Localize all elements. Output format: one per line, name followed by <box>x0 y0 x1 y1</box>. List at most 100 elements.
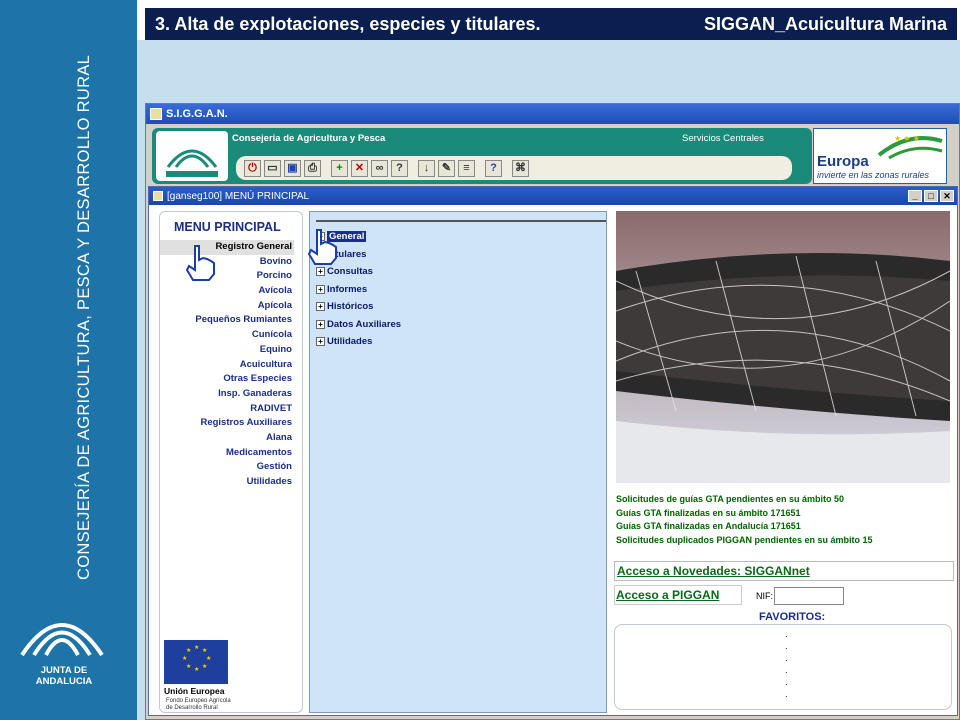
tree-item-historicos[interactable]: + Históricos <box>316 298 401 316</box>
tree-panel: + General + Titulares + Consultas + Info… <box>309 211 607 713</box>
consejeria-label: Consejeria de Agricultura y Pesca <box>232 133 386 144</box>
favoritos-box: . . . . . . <box>614 624 952 710</box>
europa-title: Europa <box>817 153 869 170</box>
menu-window-title: [ganseg100] MENÚ PRINCIPAL <box>167 190 310 202</box>
svg-text:★: ★ <box>194 644 199 651</box>
tree-icon[interactable]: ⌘ <box>512 159 529 177</box>
svg-text:★: ★ <box>206 655 211 662</box>
brand-sidebar: CONSEJERÍA DE AGRICULTURA, PESCA Y DESAR… <box>0 0 137 720</box>
menu-item-pequenos-rumiantes[interactable]: Pequeños Rumiantes <box>160 313 294 328</box>
tree-item-utilidades[interactable]: + Utilidades <box>316 333 401 351</box>
maximize-button[interactable]: □ <box>924 190 938 202</box>
siggan-app-window: S.I.G.G.A.N. Consejeria de Agricultura y… <box>145 103 960 720</box>
menu-item-radivet[interactable]: RADIVET <box>160 402 294 417</box>
ue-label: Unión Europea <box>164 686 225 696</box>
novedades-bar: Acceso a Novedades: SIGGANnet <box>614 561 954 581</box>
novedades-link[interactable]: Acceso a Novedades: SIGGANnet <box>617 564 810 578</box>
expand-icon[interactable]: + <box>316 319 325 329</box>
mussel-rope-photo <box>616 211 950 483</box>
menu-item-porcino[interactable]: Porcino <box>160 269 294 284</box>
menu-window-titlebar: [ganseg100] MENÚ PRINCIPAL _ □ ✕ <box>149 187 957 205</box>
stats-list: Solicitudes de guías GTA pendientes en s… <box>616 493 873 547</box>
menu-principal-list: Registro General Bovino Porcino Avícola … <box>160 240 294 490</box>
header-band: Consejeria de Agricultura y Pesca Servic… <box>152 128 812 184</box>
menu-item-registro-general[interactable]: Registro General <box>160 240 294 255</box>
favorito-item[interactable]: . <box>785 653 788 665</box>
slide-subtitle: SIGGAN_Acuicultura Marina <box>703 13 947 34</box>
menu-item-utilidades[interactable]: Utilidades <box>160 475 294 490</box>
menu-item-apicola[interactable]: Apícola <box>160 299 294 314</box>
nif-label: NIF: <box>756 591 773 601</box>
pointer-hand-icon <box>307 229 337 265</box>
expand-icon[interactable]: + <box>316 302 325 312</box>
servicios-label: Servicios Centrales <box>682 133 764 144</box>
eu-stars-icon: ★ ★ ★ <box>877 134 943 159</box>
open-folder-icon[interactable]: ▭ <box>264 159 281 177</box>
svg-text:★: ★ <box>186 647 191 654</box>
app-window-icon <box>150 108 162 120</box>
ue-subtitle: Fondo Europeo Agrícola de Desarrollo Rur… <box>166 698 231 711</box>
app-titlebar: S.I.G.G.A.N. <box>146 104 959 124</box>
menu-principal-panel: MENU PRINCIPAL Registro General Bovino P… <box>159 211 303 713</box>
menu-item-registros-auxiliares[interactable]: Registros Auxiliares <box>160 416 294 431</box>
piggan-link[interactable]: Acceso a PIGGAN <box>616 588 719 602</box>
svg-text:★: ★ <box>194 666 199 673</box>
slide-title-bar: 3. Alta de explotaciones, especies y tit… <box>145 8 957 40</box>
menu-item-bovino[interactable]: Bovino <box>160 255 294 270</box>
help-icon[interactable]: ? <box>485 159 502 177</box>
pointer-hand-icon <box>185 245 215 281</box>
menu-item-medicamentos[interactable]: Medicamentos <box>160 446 294 461</box>
menu-item-otras-especies[interactable]: Otras Especies <box>160 372 294 387</box>
favoritos-label: FAVORITOS: <box>759 611 826 623</box>
stat-line: Guías GTA finalizadas en su ámbito 17165… <box>616 507 801 518</box>
add-icon[interactable]: + <box>331 159 348 177</box>
menu-item-acuicultura[interactable]: Acuicultura <box>160 358 294 373</box>
print-icon[interactable]: ⎙ <box>304 159 321 177</box>
junta-logo <box>156 131 228 181</box>
svg-text:★: ★ <box>186 663 191 670</box>
menu-principal-heading: MENU PRINCIPAL <box>174 220 281 234</box>
stat-line: Solicitudes de guías GTA pendientes en s… <box>616 494 845 504</box>
favorito-item[interactable]: . <box>785 665 788 677</box>
favorito-item[interactable]: . <box>785 641 788 653</box>
app-title: S.I.G.G.A.N. <box>166 108 228 120</box>
slide-title: 3. Alta de explotaciones, especies y tit… <box>155 13 541 34</box>
nif-input[interactable] <box>774 587 844 605</box>
toolbar: ⏻ ▭ ▣ ⎙ + ✕ ∞ ? ↓ ✎ ≡ ? ⌘ <box>236 156 792 180</box>
tree-item-datos-auxiliares[interactable]: + Datos Auxiliares <box>316 316 401 334</box>
tree-item-informes[interactable]: + Informes <box>316 281 401 299</box>
save-icon[interactable]: ▣ <box>284 159 301 177</box>
query-icon[interactable]: ? <box>391 159 408 177</box>
svg-text:★ ★ ★: ★ ★ ★ <box>894 134 920 143</box>
svg-text:★: ★ <box>182 655 187 662</box>
expand-icon[interactable]: + <box>316 337 325 347</box>
menu-item-cunicola[interactable]: Cunícola <box>160 328 294 343</box>
europa-banner: ★ ★ ★ Europa invierte en las zonas rural… <box>813 128 947 184</box>
favorito-item[interactable]: . <box>785 677 788 689</box>
close-button[interactable]: ✕ <box>940 190 954 202</box>
menu-item-alana[interactable]: Alana <box>160 431 294 446</box>
expand-icon[interactable]: + <box>316 284 325 294</box>
favoritos-list: . . . . . . <box>785 629 788 701</box>
menu-window-icon <box>153 191 163 201</box>
menu-item-equino[interactable]: Equino <box>160 343 294 358</box>
menu-item-gestion[interactable]: Gestión <box>160 460 294 475</box>
edit-icon[interactable]: ✎ <box>438 159 455 177</box>
stat-line: Solicitudes duplicados PIGGAN pendientes… <box>616 534 873 545</box>
download-icon[interactable]: ↓ <box>418 159 435 177</box>
search-binoculars-icon[interactable]: ∞ <box>371 159 388 177</box>
expand-icon[interactable]: + <box>316 267 325 277</box>
junta-andalucia-logo-icon <box>20 623 104 657</box>
eu-flag-icon: ★ ★★ ★★★ ★★ <box>164 640 228 684</box>
minimize-button[interactable]: _ <box>908 190 922 202</box>
svg-text:★: ★ <box>202 663 207 670</box>
menu-item-insp-ganaderas[interactable]: Insp. Ganaderas <box>160 387 294 402</box>
delete-icon[interactable]: ✕ <box>351 159 368 177</box>
menu-item-avicola[interactable]: Avícola <box>160 284 294 299</box>
brand-logo-text: JUNTA DE ANDALUCIA <box>35 665 93 687</box>
exit-icon[interactable]: ⏻ <box>244 159 261 177</box>
favorito-item[interactable]: . <box>785 629 788 641</box>
favorito-item[interactable]: . <box>785 689 788 701</box>
menu-principal-window: [ganseg100] MENÚ PRINCIPAL _ □ ✕ MENU PR… <box>148 186 958 716</box>
list-icon[interactable]: ≡ <box>458 159 475 177</box>
